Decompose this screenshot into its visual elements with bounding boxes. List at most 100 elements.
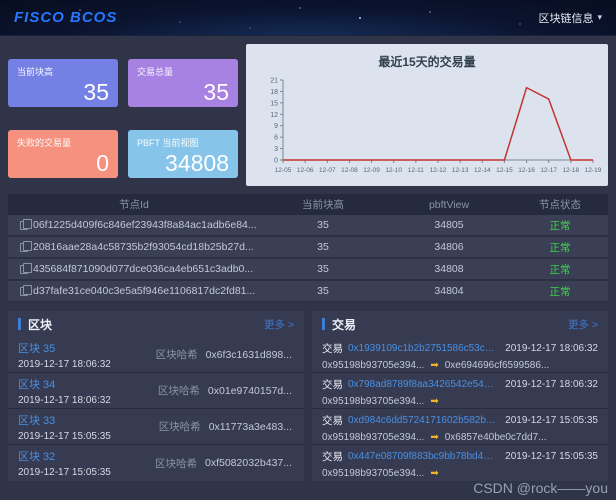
blockchain-info-dropdown[interactable]: 区块链信息 ▾: [538, 10, 602, 26]
copy-icon[interactable]: [20, 243, 28, 252]
svg-text:18: 18: [270, 89, 278, 96]
transactions-more-link[interactable]: 更多 >: [568, 317, 598, 332]
table-row: 435684f871090d077dce036ca4eb651c3adb0...…: [8, 259, 608, 281]
blocks-panel-header: 区块 更多 >: [8, 311, 304, 337]
stat-label: PBFT 当前视图: [137, 136, 229, 149]
stat-value: 35: [137, 79, 229, 105]
tx-time: 2019-12-17 18:06:32: [505, 379, 598, 390]
tx-from-address: 0x95198b93705e394...: [322, 396, 424, 407]
svg-text:12-18: 12-18: [563, 167, 580, 174]
table-row: 06f1225d409f6c846ef23943f8a84ac1adb6e84.…: [8, 215, 608, 237]
status-badge: 正常: [550, 264, 571, 276]
node-block-height: 35: [260, 263, 386, 275]
block-link[interactable]: 区块 34: [18, 376, 148, 392]
arrow-right-icon: ➡: [430, 469, 438, 479]
node-id: d37fafe31ce040c3e5a5f946e1106817dc2fd81.…: [33, 285, 255, 297]
arrow-right-icon: ➡: [430, 433, 438, 443]
tx-to-address: 0x6857e40be0c7dd7...: [445, 432, 547, 443]
stat-card-pbft-view: PBFT 当前视图 34808: [128, 130, 238, 178]
stat-card-block-height: 当前块高 35: [8, 59, 118, 107]
tx-hash-link[interactable]: 0x447e08709f883bc9bb78bd453fe64ccd75...: [348, 451, 496, 462]
block-link[interactable]: 区块 32: [18, 448, 148, 464]
status-badge: 正常: [550, 242, 571, 254]
blocks-panel: 区块 更多 > 区块 35 2019-12-17 18:06:32 区块哈希 0…: [8, 311, 304, 481]
block-time: 2019-12-17 15:05:35: [18, 467, 148, 478]
stat-value: 0: [17, 150, 109, 176]
main-content: 当前块高 35 交易总量 35 失败的交易量 0 PBFT 当前视图 34808…: [0, 36, 616, 489]
stat-value: 34808: [137, 150, 229, 176]
svg-text:12-12: 12-12: [430, 167, 447, 174]
tx-hash-link[interactable]: 0x798ad8789f8aa3426542e543e714a45322...: [348, 379, 496, 390]
svg-text:12-10: 12-10: [385, 167, 402, 174]
svg-text:12-13: 12-13: [452, 167, 469, 174]
svg-text:21: 21: [270, 78, 278, 85]
tx-time: 2019-12-17 15:05:35: [505, 451, 598, 462]
table-row: d37fafe31ce040c3e5a5f946e1106817dc2fd81.…: [8, 281, 608, 303]
col-header-block-height: 当前块高: [260, 197, 386, 212]
svg-text:12-16: 12-16: [518, 167, 535, 174]
table-row: 20816aae28a4c58735b2f93054cd18b25b27d...…: [8, 237, 608, 259]
svg-text:12: 12: [270, 112, 278, 119]
node-pbft-view: 34805: [386, 219, 512, 231]
node-id: 06f1225d409f6c846ef23943f8a84ac1adb6e84.…: [33, 219, 257, 231]
tx-time: 2019-12-17 15:05:35: [505, 415, 598, 426]
block-hash-label: 区块哈希: [155, 456, 197, 471]
tx-hash-link[interactable]: 0x1939109c1b2b2751586c53cb463f4d86b6...: [348, 343, 496, 354]
tx-label: 交易: [322, 341, 343, 356]
node-pbft-view: 34804: [386, 285, 512, 297]
tx-volume-chart-panel: 最近15天的交易量 03691215182112-0512-0612-0712-…: [246, 44, 608, 186]
tx-from-address: 0x95198b93705e394...: [322, 360, 424, 371]
stats-grid: 当前块高 35 交易总量 35 失败的交易量 0 PBFT 当前视图 34808: [8, 44, 238, 186]
block-hash-label: 区块哈希: [158, 383, 200, 398]
accent-bar: [322, 318, 325, 330]
tx-hash-link[interactable]: 0xd984c6dd5724171602b582baa4c6bc7ef1...: [348, 415, 496, 426]
list-item: 区块 35 2019-12-17 18:06:32 区块哈希 0x6f3c163…: [8, 337, 304, 373]
stat-value: 35: [17, 79, 109, 105]
svg-text:12-17: 12-17: [540, 167, 557, 174]
chevron-down-icon: ▾: [597, 12, 602, 23]
blocks-more-link[interactable]: 更多 >: [264, 317, 294, 332]
svg-text:6: 6: [274, 135, 278, 142]
app-header: FISCO BCOS 区块链信息 ▾: [0, 0, 616, 36]
col-header-node-id: 节点Id: [8, 197, 260, 212]
tx-time: 2019-12-17 18:06:32: [505, 343, 598, 354]
transactions-line-chart: 03691215182112-0512-0612-0712-0812-0912-…: [251, 72, 603, 180]
status-badge: 正常: [550, 286, 571, 298]
block-link[interactable]: 区块 35: [18, 340, 148, 356]
node-id: 435684f871090d077dce036ca4eb651c3adb0...: [33, 263, 253, 275]
svg-text:12-15: 12-15: [496, 167, 513, 174]
blocks-panel-title: 区块: [28, 316, 52, 333]
block-hash: 0x6f3c1631d898...: [206, 349, 292, 361]
app-logo: FISCO BCOS: [14, 9, 117, 26]
stat-label: 失败的交易量: [17, 136, 109, 149]
list-item: 交易 0xd984c6dd5724171602b582baa4c6bc7ef1.…: [312, 409, 608, 445]
svg-text:9: 9: [274, 123, 278, 130]
tx-label: 交易: [322, 413, 343, 428]
stat-card-total-tx: 交易总量 35: [128, 59, 238, 107]
node-id: 20816aae28a4c58735b2f93054cd18b25b27d...: [33, 241, 254, 253]
svg-text:12-08: 12-08: [341, 167, 358, 174]
transactions-panel: 交易 更多 > 交易 0x1939109c1b2b2751586c53cb463…: [312, 311, 608, 481]
arrow-right-icon: ➡: [430, 397, 438, 407]
blockchain-info-label: 区块链信息: [538, 10, 593, 26]
node-block-height: 35: [260, 285, 386, 297]
copy-icon[interactable]: [20, 265, 28, 274]
list-item: 区块 33 2019-12-17 15:05:35 区块哈希 0x11773a3…: [8, 409, 304, 445]
list-item: 交易 0x1939109c1b2b2751586c53cb463f4d86b6.…: [312, 337, 608, 373]
list-item: 交易 0x798ad8789f8aa3426542e543e714a45322.…: [312, 373, 608, 409]
block-link[interactable]: 区块 33: [18, 412, 148, 428]
block-hash: 0x11773a3e483...: [209, 421, 292, 433]
svg-text:12-14: 12-14: [474, 167, 491, 174]
stat-label: 交易总量: [137, 65, 229, 78]
tx-to-address: 0xe694696cf6599586...: [445, 360, 550, 371]
copy-icon[interactable]: [20, 221, 28, 230]
col-header-node-status: 节点状态: [512, 197, 608, 212]
svg-text:0: 0: [274, 158, 278, 165]
node-block-height: 35: [260, 241, 386, 253]
stat-label: 当前块高: [17, 65, 109, 78]
list-item: 区块 34 2019-12-17 18:06:32 区块哈希 0x01e9740…: [8, 373, 304, 409]
svg-text:12-05: 12-05: [275, 167, 292, 174]
chart-title: 最近15天的交易量: [246, 44, 608, 70]
arrow-right-icon: ➡: [430, 361, 438, 371]
copy-icon[interactable]: [20, 287, 28, 296]
